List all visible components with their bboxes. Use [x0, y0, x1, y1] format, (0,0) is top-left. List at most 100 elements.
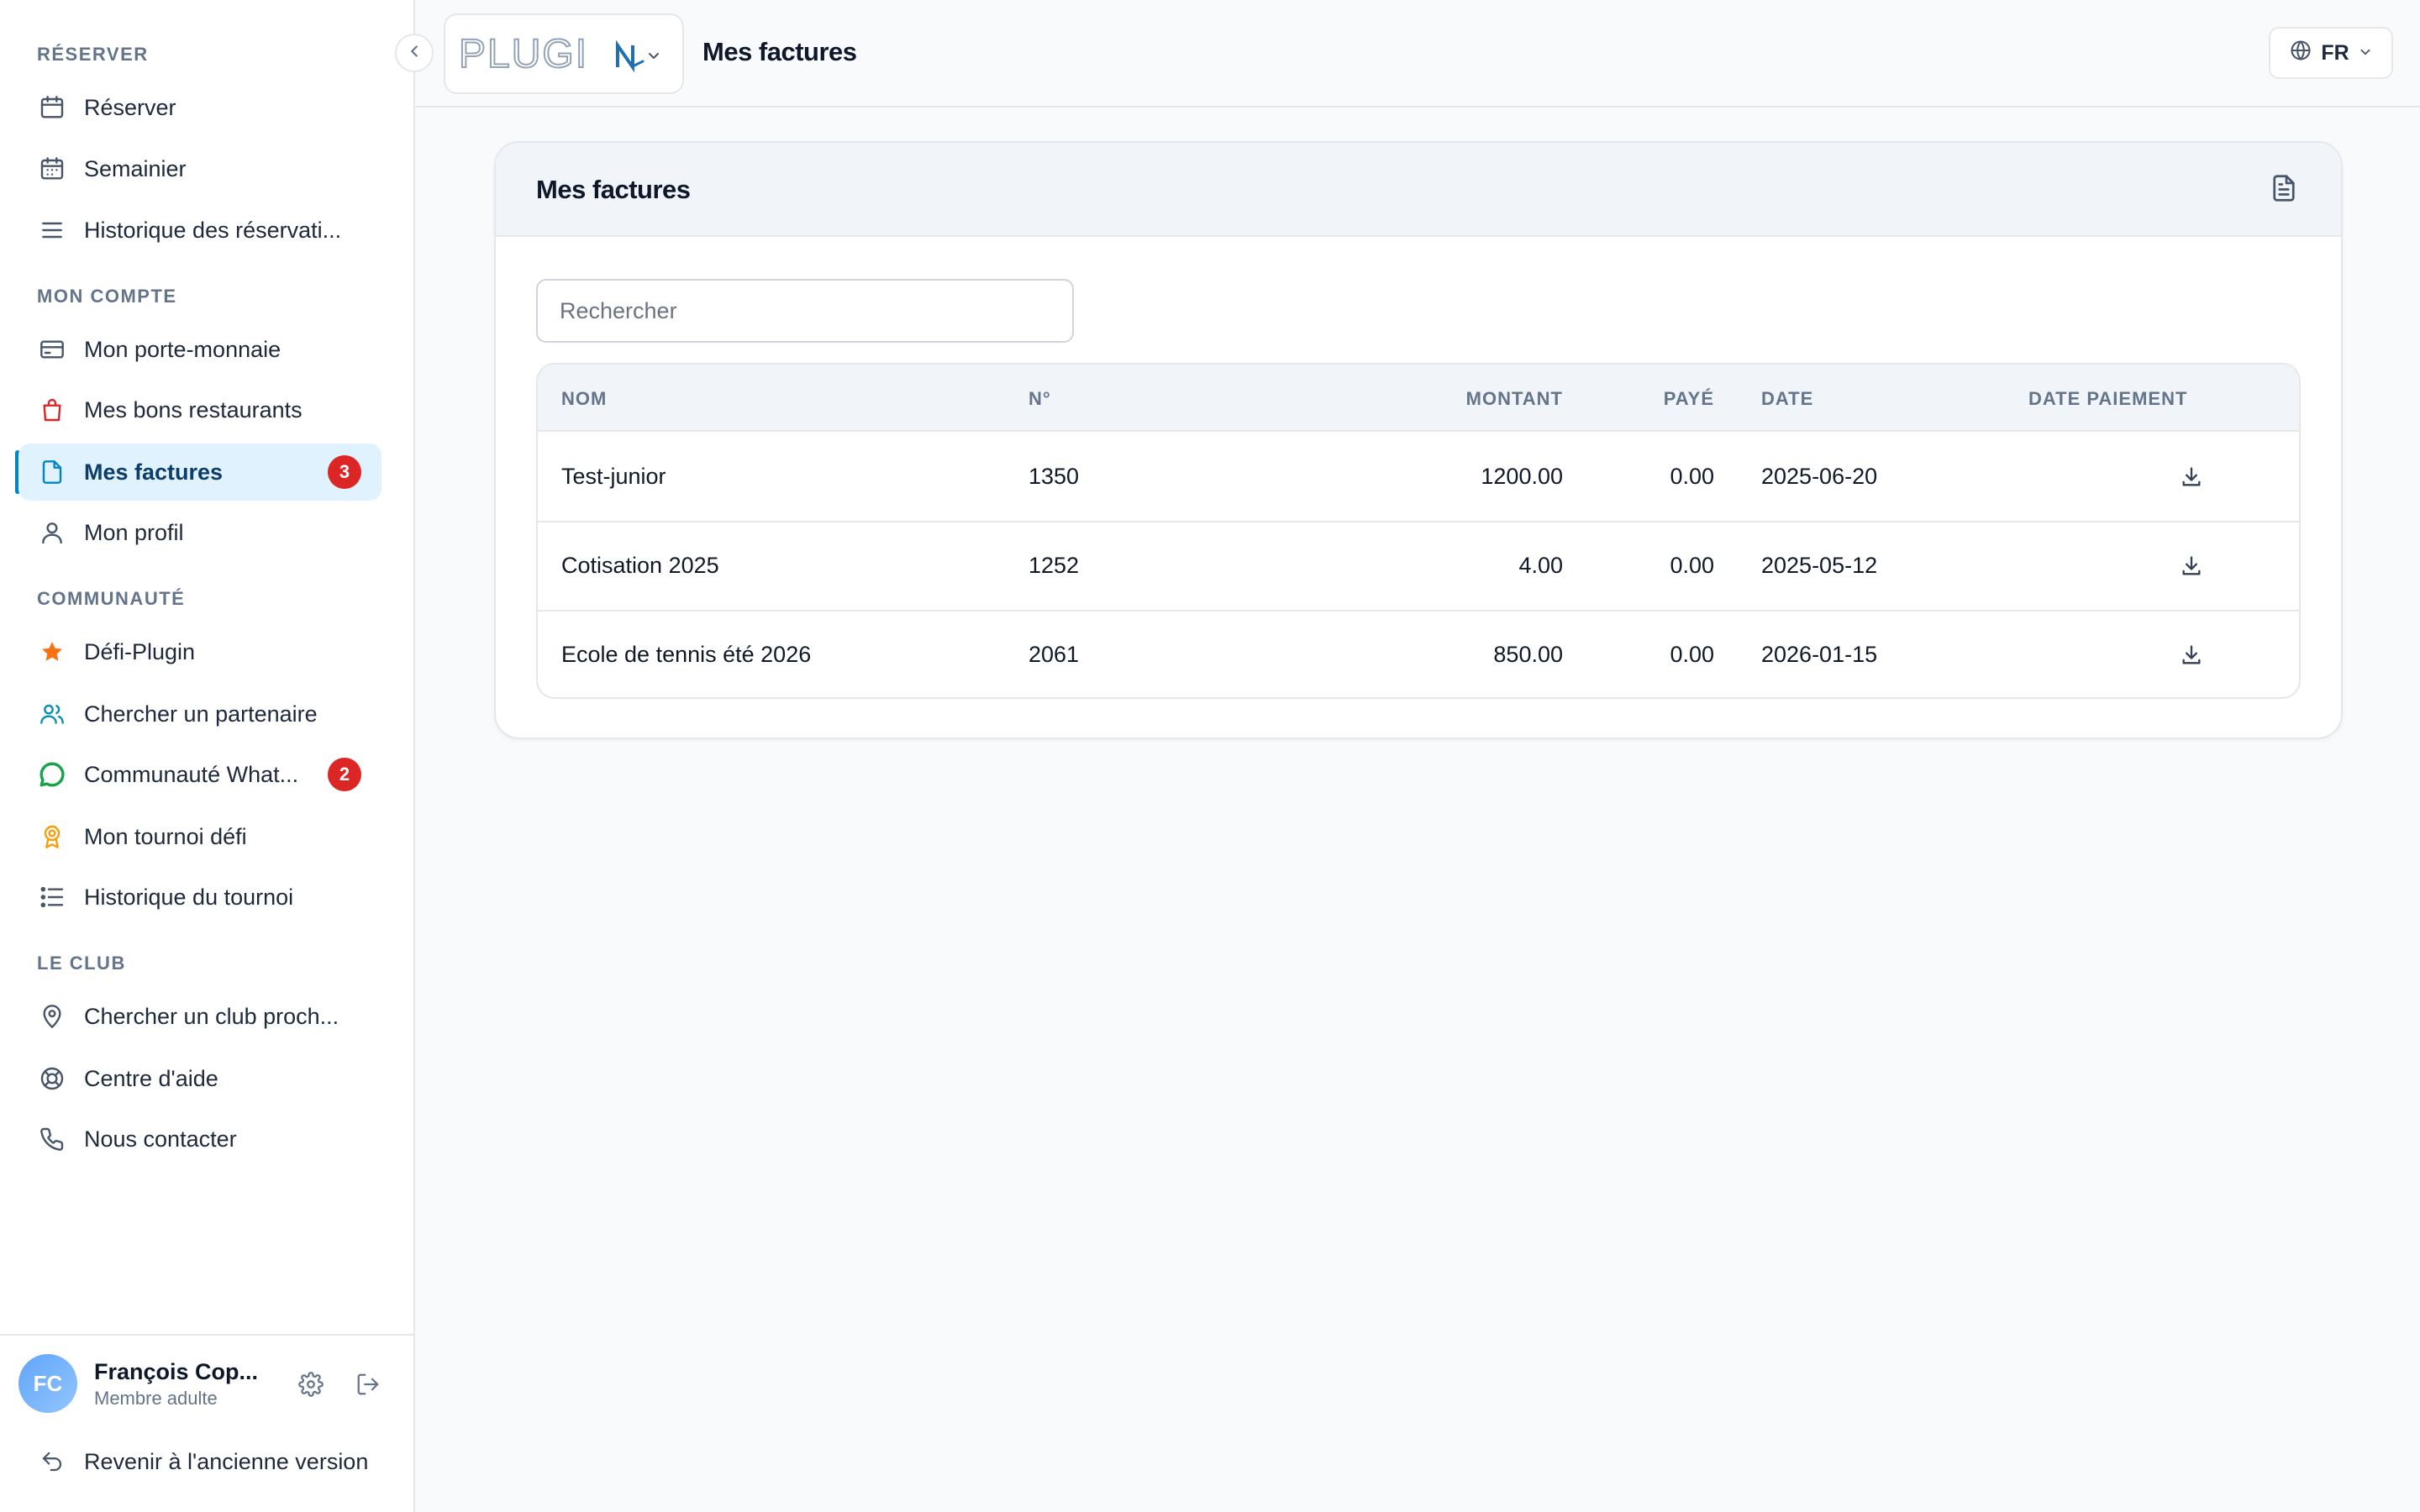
sidebar-item-nous-contacter[interactable]: Nous contacter: [18, 1110, 381, 1168]
sidebar-item-bons-restaurants[interactable]: Mes bons restaurants: [18, 381, 381, 438]
sidebar-item-defi-plugin[interactable]: Défi-Plugin: [18, 623, 381, 680]
collapse-sidebar-button[interactable]: [395, 34, 434, 72]
column-header-paye[interactable]: PAYÉ: [1563, 388, 1714, 410]
cell-montant: 850.00: [1493, 642, 1563, 667]
sidebar-item-tournoi-defi[interactable]: Mon tournoi défi: [18, 808, 381, 865]
award-icon: [37, 822, 67, 852]
page-title: Mes factures: [702, 37, 857, 66]
download-icon[interactable]: [2175, 460, 2208, 494]
list-icon: [37, 882, 67, 912]
sidebar-item-label: Semainier: [84, 155, 187, 181]
section-title-reserver: RÉSERVER: [37, 44, 149, 65]
column-header-date-paiement[interactable]: DATE PAIEMENT: [2028, 388, 2187, 410]
user-name: François Cop...: [94, 1359, 259, 1384]
calendar-icon: [37, 92, 67, 123]
invoices-table: NOM N° MONTANT PAYÉ DATE DATE PAIEMENT T…: [536, 363, 2301, 699]
sidebar-item-communaute-whatsapp[interactable]: Communauté What... 2: [18, 746, 381, 803]
sidebar-item-label: Mon tournoi défi: [84, 823, 247, 849]
logo-text: PLUGI: [459, 32, 588, 76]
sidebar-item-chercher-partenaire[interactable]: Chercher un partenaire: [18, 685, 381, 743]
chevron-left-icon: [405, 42, 424, 65]
calendar-grid-icon: [37, 154, 67, 184]
sidebar-item-label: Historique des réservati...: [84, 217, 342, 243]
sidebar-item-label: Mes factures: [84, 459, 224, 485]
cell-paye: 0.00: [1670, 464, 1714, 489]
sidebar: RÉSERVER Réserver Semainier Historique d…: [0, 0, 415, 1512]
cell-montant: 4.00: [1518, 553, 1563, 578]
cell-date: 2025-05-12: [1761, 553, 1878, 578]
sidebar-item-label: Réserver: [84, 94, 176, 120]
sidebar-item-label: Chercher un partenaire: [84, 701, 318, 727]
sidebar-item-label: Défi-Plugin: [84, 638, 196, 664]
language-label: FR: [2321, 40, 2349, 65]
invoices-card: Mes factures NOM N° MONTANT PAYÉ DATE DA…: [494, 141, 2343, 739]
chevron-down-icon: [2358, 41, 2373, 66]
credit-card-icon: [37, 334, 67, 365]
download-icon[interactable]: [2175, 549, 2208, 583]
cell-nom: Ecole de tennis été 2026: [561, 642, 812, 667]
lifebuoy-icon: [37, 1063, 67, 1094]
user-role: Membre adulte: [94, 1388, 218, 1409]
user-footer: FC François Cop... Membre adulte Revenir…: [0, 1334, 415, 1512]
sidebar-item-factures[interactable]: Mes factures 3: [18, 444, 381, 501]
sidebar-item-centre-aide[interactable]: Centre d'aide: [18, 1050, 381, 1107]
sidebar-item-historique-reservations[interactable]: Historique des réservati...: [18, 202, 381, 259]
cell-numero: 2061: [1028, 642, 1080, 667]
cell-nom: Cotisation 2025: [561, 553, 719, 578]
sidebar-item-porte-monnaie[interactable]: Mon porte-monnaie: [18, 321, 381, 378]
settings-gear-icon[interactable]: [294, 1368, 328, 1401]
whatsapp-icon: [37, 759, 67, 790]
table-row[interactable]: Test-junior 1350 1200.00 0.00 2025-06-20: [538, 433, 2299, 522]
column-header-montant[interactable]: MONTANT: [1294, 388, 1563, 410]
cell-montant: 1200.00: [1481, 464, 1563, 489]
document-text-icon: [2269, 173, 2302, 207]
section-title-communaute: COMMUNAUTÉ: [37, 588, 186, 609]
globe-icon: [2289, 39, 2312, 68]
cell-paye: 0.00: [1670, 553, 1714, 578]
sidebar-item-label: Communauté What...: [84, 761, 299, 787]
sidebar-item-label: Mes bons restaurants: [84, 396, 302, 423]
section-title-le-club: LE CLUB: [37, 953, 126, 974]
cell-date: 2026-01-15: [1761, 642, 1878, 667]
back-to-old-version-link[interactable]: Revenir à l'ancienne version: [37, 1446, 368, 1477]
sidebar-item-label: Nous contacter: [84, 1126, 237, 1152]
plugin-logo: PLUGI: [458, 31, 659, 77]
sidebar-item-chercher-club[interactable]: Chercher un club proch...: [18, 988, 381, 1045]
notification-badge: 3: [328, 455, 361, 489]
column-header-date[interactable]: DATE: [1761, 388, 1813, 410]
document-icon: [37, 457, 67, 487]
table-row[interactable]: Cotisation 2025 1252 4.00 0.00 2025-05-1…: [538, 522, 2299, 612]
sidebar-item-semainier[interactable]: Semainier: [18, 140, 381, 197]
section-title-mon-compte: MON COMPTE: [37, 286, 177, 307]
sidebar-item-label: Historique du tournoi: [84, 884, 294, 910]
table-row[interactable]: Ecole de tennis été 2026 2061 850.00 0.0…: [538, 612, 2299, 697]
sidebar-item-label: Chercher un club proch...: [84, 1003, 339, 1029]
shopping-bag-icon: [37, 395, 67, 425]
back-link-label: Revenir à l'ancienne version: [84, 1448, 369, 1474]
card-title: Mes factures: [536, 175, 691, 204]
avatar[interactable]: FC: [18, 1354, 77, 1413]
logout-icon[interactable]: [351, 1368, 385, 1401]
sidebar-item-label: Mon profil: [84, 519, 184, 545]
star-icon: [37, 637, 67, 667]
map-pin-icon: [37, 1001, 67, 1032]
sidebar-item-reserver[interactable]: Réserver: [18, 79, 381, 136]
cell-numero: 1350: [1028, 464, 1080, 489]
club-selector[interactable]: PLUGI: [444, 13, 684, 94]
table-header: NOM N° MONTANT PAYÉ DATE DATE PAIEMENT: [538, 365, 2299, 432]
column-header-numero[interactable]: N°: [1028, 388, 1051, 410]
notification-badge: 2: [328, 758, 361, 791]
column-header-nom[interactable]: NOM: [561, 388, 607, 410]
search-input[interactable]: [536, 279, 1074, 343]
language-selector[interactable]: FR: [2269, 27, 2393, 79]
top-header: PLUGI Mes factures FR: [415, 0, 2420, 108]
sidebar-item-profil[interactable]: Mon profil: [18, 504, 381, 561]
cell-nom: Test-junior: [561, 464, 666, 489]
download-icon[interactable]: [2175, 638, 2208, 672]
users-icon: [37, 699, 67, 729]
cell-numero: 1252: [1028, 553, 1080, 578]
sidebar-item-label: Mon porte-monnaie: [84, 336, 281, 362]
phone-icon: [37, 1124, 67, 1154]
menu-lines-icon: [37, 215, 67, 245]
sidebar-item-historique-tournoi[interactable]: Historique du tournoi: [18, 869, 381, 926]
